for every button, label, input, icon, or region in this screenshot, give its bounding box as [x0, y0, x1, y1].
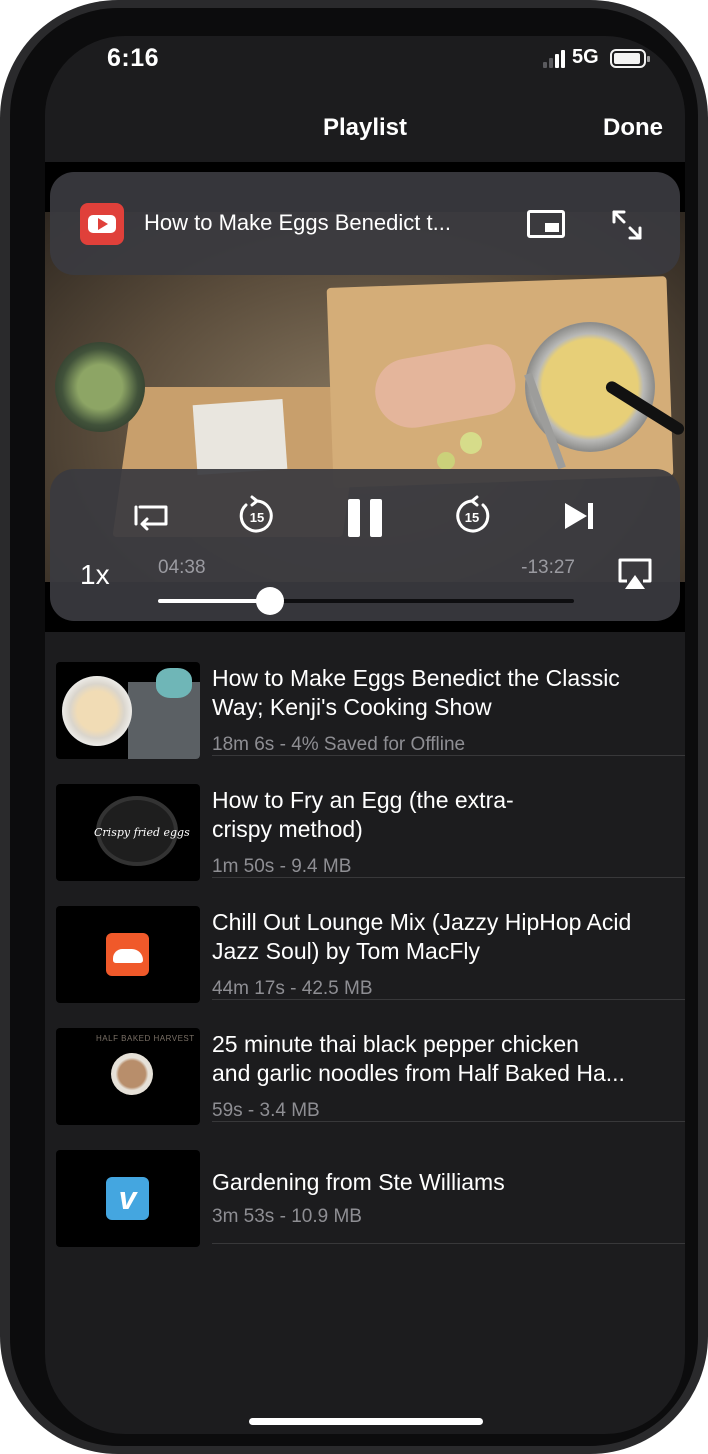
item-title-line-1: 25 minute thai black pepper chicken — [212, 1031, 579, 1057]
divider — [212, 1243, 685, 1244]
remaining-time: -13:27 — [521, 557, 575, 578]
skip-back-label: 15 — [250, 510, 264, 525]
screen: 6:16 5G Playlist Done How to Make Eggs B… — [45, 36, 685, 1434]
item-title: How to Make Eggs Benedict the Classic Wa… — [212, 665, 620, 720]
seek-bar-thumb[interactable] — [256, 587, 285, 615]
seek-bar[interactable] — [158, 587, 574, 615]
list-item[interactable]: HALF BAKED HARVEST 25 minute thai black … — [45, 998, 685, 1125]
status-bar: 6:16 5G — [45, 36, 685, 96]
video-thumbnail — [56, 906, 200, 1003]
list-item[interactable]: Crispy fried eggs How to Fry an Egg (the… — [45, 754, 685, 881]
video-thumbnail: HALF BAKED HARVEST — [56, 1028, 200, 1125]
home-indicator[interactable] — [249, 1418, 483, 1425]
now-playing-bar: How to Make Eggs Benedict t... — [50, 172, 680, 275]
next-track-icon[interactable] — [563, 501, 597, 531]
now-playing-title: How to Make Eggs Benedict t... — [144, 210, 451, 235]
item-meta: 59s - 3.4 MB — [212, 1100, 320, 1121]
elapsed-time: 04:38 — [158, 557, 206, 578]
item-title: How to Fry an Egg (the extra- crispy met… — [212, 786, 672, 844]
thumbnail-caption: Crispy fried eggs — [94, 826, 190, 839]
item-title: 25 minute thai black pepper chicken and … — [212, 1030, 672, 1088]
seek-bar-progress — [158, 599, 271, 603]
airplay-icon[interactable] — [617, 557, 653, 591]
phone-frame: 6:16 5G Playlist Done How to Make Eggs B… — [0, 0, 708, 1454]
video-thumbnail — [56, 662, 200, 759]
status-time: 6:16 — [107, 44, 160, 72]
youtube-icon — [80, 203, 124, 245]
list-item[interactable]: v Gardening from Ste Williams 3m 53s - 1… — [45, 1120, 685, 1247]
item-title: Gardening from Ste Williams — [212, 1169, 505, 1195]
item-title-line-2: crispy method) — [212, 816, 363, 842]
thumbnail-caption: HALF BAKED HARVEST — [96, 1034, 195, 1043]
item-meta: 18m 6s - 4% Saved for Offline — [212, 734, 466, 755]
item-meta: 44m 17s - 42.5 MB — [212, 978, 373, 999]
skip-forward-15-icon[interactable]: 15 — [451, 495, 493, 537]
signal-icon — [543, 50, 565, 68]
list-item[interactable]: Chill Out Lounge Mix (Jazzy HipHop Acid … — [45, 876, 685, 1003]
playback-speed-button[interactable]: 1x — [80, 559, 110, 591]
video-thumbnail: v — [56, 1150, 200, 1247]
item-meta: 1m 50s - 9.4 MB — [212, 856, 352, 877]
network-type: 5G — [572, 46, 599, 68]
phone-bezel: 6:16 5G Playlist Done How to Make Eggs B… — [10, 8, 698, 1446]
item-title-line-2: and garlic noodles from Half Baked Ha... — [212, 1060, 625, 1086]
battery-icon — [610, 49, 650, 68]
playback-controls: 15 15 1x 04:38 -13:27 — [50, 469, 680, 621]
done-button[interactable]: Done — [603, 114, 663, 142]
pause-icon[interactable] — [348, 499, 384, 537]
soundcloud-icon — [106, 933, 149, 976]
fullscreen-icon[interactable] — [610, 208, 644, 242]
nav-bar: Playlist Done — [45, 96, 685, 162]
repeat-icon[interactable] — [132, 499, 172, 533]
skip-forward-label: 15 — [465, 510, 479, 525]
item-meta: 3m 53s - 10.9 MB — [212, 1206, 362, 1227]
video-player[interactable]: How to Make Eggs Benedict t... 15 15 1x … — [45, 162, 685, 632]
playlist: How to Make Eggs Benedict the Classic Wa… — [45, 632, 685, 1332]
picture-in-picture-icon[interactable] — [527, 210, 565, 238]
item-title-line-1: How to Fry an Egg (the extra- — [212, 787, 514, 813]
video-thumbnail: Crispy fried eggs — [56, 784, 200, 881]
item-title: Chill Out Lounge Mix (Jazzy HipHop Acid … — [212, 909, 632, 964]
vimeo-icon: v — [106, 1177, 149, 1220]
list-item[interactable]: How to Make Eggs Benedict the Classic Wa… — [45, 632, 685, 759]
skip-back-15-icon[interactable]: 15 — [236, 495, 278, 537]
page-title: Playlist — [322, 114, 408, 141]
